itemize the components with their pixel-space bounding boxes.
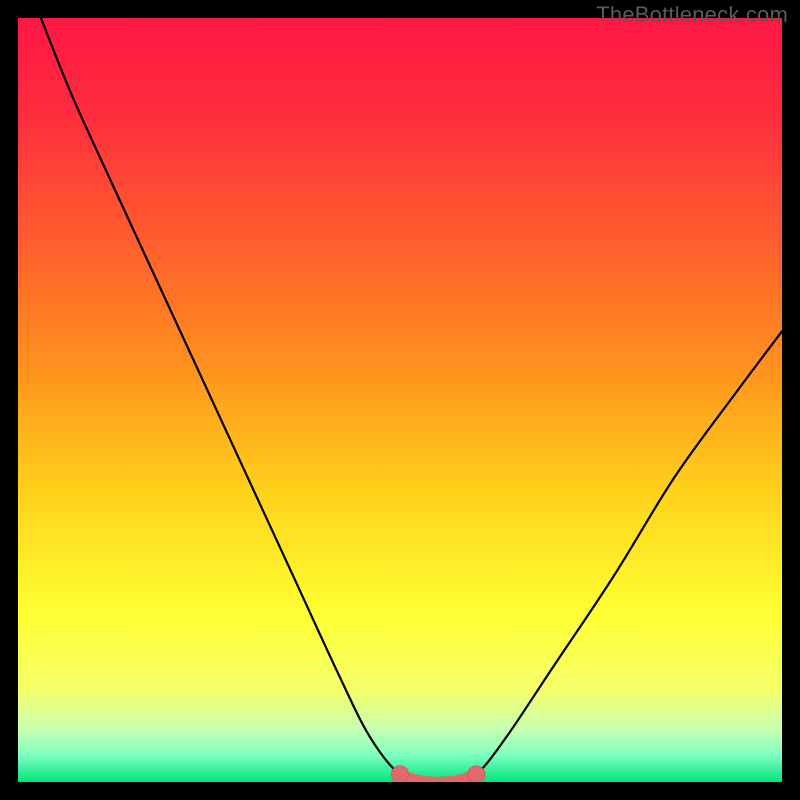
- watermark-text: TheBottleneck.com: [596, 2, 788, 28]
- plot-area: [18, 18, 782, 782]
- highlight-endpoint: [468, 766, 485, 782]
- highlight-endpoint: [392, 766, 409, 782]
- bottleneck-curve: [41, 18, 782, 782]
- low-bottleneck-range: [400, 774, 476, 782]
- chart-frame: TheBottleneck.com: [0, 0, 800, 800]
- curve-layer: [18, 18, 782, 782]
